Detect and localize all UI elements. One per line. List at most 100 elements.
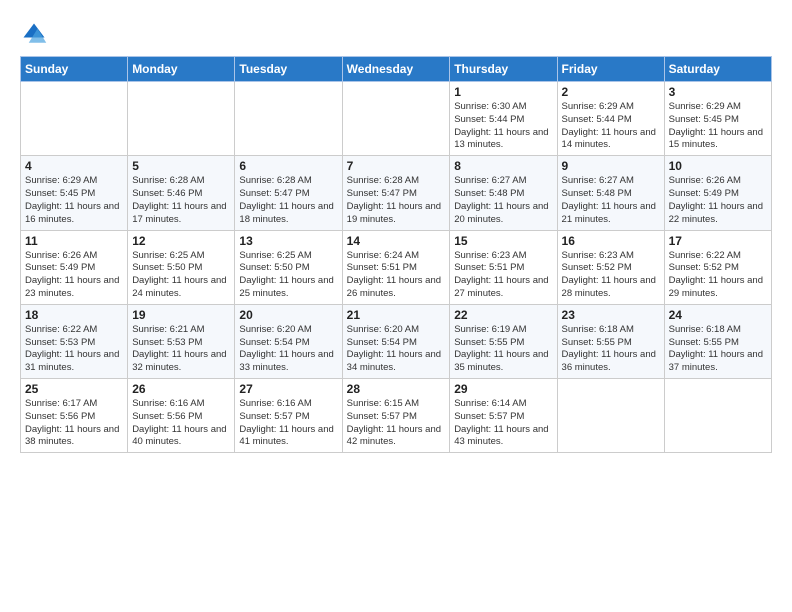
day-number: 27 (239, 382, 337, 396)
day-number: 17 (669, 234, 767, 248)
day-number: 22 (454, 308, 552, 322)
day-cell: 19 Sunrise: 6:21 AM Sunset: 5:53 PM Dayli… (128, 304, 235, 378)
day-number: 1 (454, 85, 552, 99)
day-cell (235, 82, 342, 156)
day-cell: 21Sunrise: 6:20 AM Sunset: 5:54 PM Dayli… (342, 304, 450, 378)
calendar-header-row: SundayMondayTuesdayWednesdayThursdayFrid… (21, 57, 772, 82)
day-info: Sunrise: 6:20 AM Sunset: 5:54 PM Dayligh… (239, 324, 337, 375)
day-cell (342, 82, 450, 156)
day-cell: 22Sunrise: 6:19 AM Sunset: 5:55 PM Dayli… (450, 304, 557, 378)
week-row-0: 1 Sunrise: 6:30 AM Sunset: 5:44 PM Daylig… (21, 82, 772, 156)
day-info: Sunrise: 6:23 AM Sunset: 5:51 PM Dayligh… (454, 250, 552, 301)
day-number: 15 (454, 234, 552, 248)
day-info: Sunrise: 6:18 AM Sunset: 5:55 PM Dayligh… (562, 324, 660, 375)
day-cell: 24 Sunrise: 6:18 AM Sunset: 5:55 PM Dayli… (664, 304, 771, 378)
day-number: 13 (239, 234, 337, 248)
day-cell: 20 Sunrise: 6:20 AM Sunset: 5:54 PM Dayli… (235, 304, 342, 378)
day-number: 6 (239, 159, 337, 173)
calendar-table: SundayMondayTuesdayWednesdayThursdayFrid… (20, 56, 772, 453)
day-info: Sunrise: 6:16 AM Sunset: 5:57 PM Dayligh… (239, 398, 337, 449)
day-number: 14 (347, 234, 446, 248)
day-header-thursday: Thursday (450, 57, 557, 82)
day-number: 8 (454, 159, 552, 173)
day-cell: 27 Sunrise: 6:16 AM Sunset: 5:57 PM Dayli… (235, 379, 342, 453)
day-cell: 8 Sunrise: 6:27 AM Sunset: 5:48 PM Daylig… (450, 156, 557, 230)
day-info: Sunrise: 6:22 AM Sunset: 5:53 PM Dayligh… (25, 324, 123, 375)
day-cell (128, 82, 235, 156)
day-number: 7 (347, 159, 446, 173)
day-number: 25 (25, 382, 123, 396)
day-cell: 9 Sunrise: 6:27 AM Sunset: 5:48 PM Daylig… (557, 156, 664, 230)
day-cell: 17 Sunrise: 6:22 AM Sunset: 5:52 PM Dayli… (664, 230, 771, 304)
day-info: Sunrise: 6:23 AM Sunset: 5:52 PM Dayligh… (562, 250, 660, 301)
day-info: Sunrise: 6:25 AM Sunset: 5:50 PM Dayligh… (132, 250, 230, 301)
day-info: Sunrise: 6:25 AM Sunset: 5:50 PM Dayligh… (239, 250, 337, 301)
day-header-monday: Monday (128, 57, 235, 82)
day-cell: 29 Sunrise: 6:14 AM Sunset: 5:57 PM Dayli… (450, 379, 557, 453)
day-cell: 26 Sunrise: 6:16 AM Sunset: 5:56 PM Dayli… (128, 379, 235, 453)
day-cell: 13 Sunrise: 6:25 AM Sunset: 5:50 PM Dayli… (235, 230, 342, 304)
day-info: Sunrise: 6:30 AM Sunset: 5:44 PM Dayligh… (454, 101, 552, 152)
logo (20, 20, 52, 48)
day-number: 23 (562, 308, 660, 322)
day-info: Sunrise: 6:22 AM Sunset: 5:52 PM Dayligh… (669, 250, 767, 301)
day-info: Sunrise: 6:15 AM Sunset: 5:57 PM Dayligh… (347, 398, 446, 449)
day-info: Sunrise: 6:29 AM Sunset: 5:45 PM Dayligh… (669, 101, 767, 152)
day-number: 10 (669, 159, 767, 173)
day-cell: 5 Sunrise: 6:28 AM Sunset: 5:46 PM Daylig… (128, 156, 235, 230)
day-cell (21, 82, 128, 156)
day-info: Sunrise: 6:14 AM Sunset: 5:57 PM Dayligh… (454, 398, 552, 449)
day-info: Sunrise: 6:16 AM Sunset: 5:56 PM Dayligh… (132, 398, 230, 449)
day-cell: 1 Sunrise: 6:30 AM Sunset: 5:44 PM Daylig… (450, 82, 557, 156)
day-cell: 4Sunrise: 6:29 AM Sunset: 5:45 PM Daylig… (21, 156, 128, 230)
day-info: Sunrise: 6:29 AM Sunset: 5:44 PM Dayligh… (562, 101, 660, 152)
day-cell: 14Sunrise: 6:24 AM Sunset: 5:51 PM Dayli… (342, 230, 450, 304)
day-header-wednesday: Wednesday (342, 57, 450, 82)
day-header-friday: Friday (557, 57, 664, 82)
day-info: Sunrise: 6:27 AM Sunset: 5:48 PM Dayligh… (562, 175, 660, 226)
day-info: Sunrise: 6:28 AM Sunset: 5:46 PM Dayligh… (132, 175, 230, 226)
day-info: Sunrise: 6:26 AM Sunset: 5:49 PM Dayligh… (669, 175, 767, 226)
day-number: 16 (562, 234, 660, 248)
day-info: Sunrise: 6:28 AM Sunset: 5:47 PM Dayligh… (347, 175, 446, 226)
day-number: 18 (25, 308, 123, 322)
day-number: 5 (132, 159, 230, 173)
day-info: Sunrise: 6:17 AM Sunset: 5:56 PM Dayligh… (25, 398, 123, 449)
day-number: 3 (669, 85, 767, 99)
week-row-3: 18 Sunrise: 6:22 AM Sunset: 5:53 PM Dayli… (21, 304, 772, 378)
day-cell: 23 Sunrise: 6:18 AM Sunset: 5:55 PM Dayli… (557, 304, 664, 378)
day-number: 20 (239, 308, 337, 322)
day-info: Sunrise: 6:18 AM Sunset: 5:55 PM Dayligh… (669, 324, 767, 375)
day-cell: 28 Sunrise: 6:15 AM Sunset: 5:57 PM Dayli… (342, 379, 450, 453)
day-number: 29 (454, 382, 552, 396)
week-row-1: 4Sunrise: 6:29 AM Sunset: 5:45 PM Daylig… (21, 156, 772, 230)
day-cell: 18 Sunrise: 6:22 AM Sunset: 5:53 PM Dayli… (21, 304, 128, 378)
day-header-saturday: Saturday (664, 57, 771, 82)
day-number: 21 (347, 308, 446, 322)
day-info: Sunrise: 6:21 AM Sunset: 5:53 PM Dayligh… (132, 324, 230, 375)
day-cell: 16 Sunrise: 6:23 AM Sunset: 5:52 PM Dayli… (557, 230, 664, 304)
day-number: 28 (347, 382, 446, 396)
day-info: Sunrise: 6:27 AM Sunset: 5:48 PM Dayligh… (454, 175, 552, 226)
day-number: 9 (562, 159, 660, 173)
day-number: 19 (132, 308, 230, 322)
logo-icon (20, 20, 48, 48)
day-number: 24 (669, 308, 767, 322)
day-cell (557, 379, 664, 453)
day-cell: 10 Sunrise: 6:26 AM Sunset: 5:49 PM Dayli… (664, 156, 771, 230)
day-info: Sunrise: 6:28 AM Sunset: 5:47 PM Dayligh… (239, 175, 337, 226)
day-cell: 15 Sunrise: 6:23 AM Sunset: 5:51 PM Dayli… (450, 230, 557, 304)
day-number: 11 (25, 234, 123, 248)
day-cell: 2Sunrise: 6:29 AM Sunset: 5:44 PM Daylig… (557, 82, 664, 156)
day-number: 12 (132, 234, 230, 248)
day-cell (664, 379, 771, 453)
day-cell: 11Sunrise: 6:26 AM Sunset: 5:49 PM Dayli… (21, 230, 128, 304)
day-header-sunday: Sunday (21, 57, 128, 82)
day-number: 26 (132, 382, 230, 396)
day-number: 4 (25, 159, 123, 173)
header (20, 16, 772, 48)
day-cell: 3 Sunrise: 6:29 AM Sunset: 5:45 PM Daylig… (664, 82, 771, 156)
day-header-tuesday: Tuesday (235, 57, 342, 82)
week-row-4: 25 Sunrise: 6:17 AM Sunset: 5:56 PM Dayli… (21, 379, 772, 453)
day-cell: 6 Sunrise: 6:28 AM Sunset: 5:47 PM Daylig… (235, 156, 342, 230)
